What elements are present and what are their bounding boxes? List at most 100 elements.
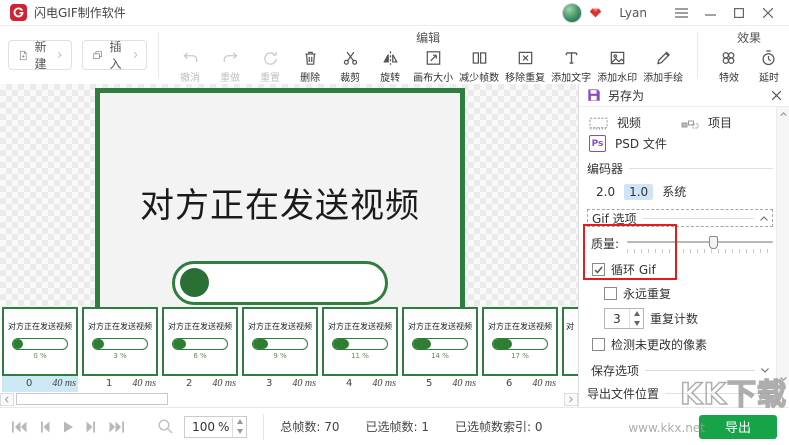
panel-close-icon[interactable]	[772, 90, 781, 100]
checkbox-unchecked[interactable]	[604, 287, 617, 300]
gif-preview[interactable]: 对方正在发送视频	[95, 88, 465, 307]
encoder-option-10[interactable]: 1.0	[624, 183, 654, 200]
slider-thumb[interactable]	[708, 235, 718, 249]
frame-progress-fill	[173, 339, 186, 349]
maximize-icon	[734, 7, 744, 18]
last-frame-button[interactable]	[108, 419, 126, 435]
total-frames-label: 总帧数: 70	[280, 420, 340, 434]
frame-meta: 3 40 ms	[242, 376, 318, 390]
edit-group-label: 编辑	[416, 31, 441, 45]
username[interactable]: Lyan	[619, 6, 647, 20]
save-options-label: 保存选项	[591, 363, 640, 378]
frame-thumbnail-partial[interactable]: 对	[562, 307, 578, 392]
zoom-level-input[interactable]	[185, 419, 215, 434]
repeat-count-row: 重复计数	[587, 308, 773, 329]
detect-unchanged-checkbox-row[interactable]: 检测未更改的像素	[587, 336, 773, 353]
quality-row: 质量:	[587, 227, 773, 254]
zoom-magnifier-icon[interactable]	[157, 418, 174, 435]
menu-button[interactable]	[670, 3, 692, 23]
add-drawing-tool[interactable]: 添加手绘	[640, 46, 686, 84]
format-option-project[interactable]: 项目	[681, 114, 773, 131]
frame-thumbnail-0[interactable]: 对方正在发送视频 0 % 0 40 ms	[2, 307, 78, 392]
zoom-up-button[interactable]	[233, 417, 246, 427]
format-option-video[interactable]: 视频	[589, 114, 681, 131]
insert-button-label: 插入	[109, 40, 122, 71]
panel-scrollbar[interactable]	[776, 107, 789, 385]
quality-slider[interactable]	[627, 235, 773, 253]
new-button[interactable]: 新建	[8, 40, 73, 71]
effects-tool[interactable]: 特效	[709, 46, 749, 84]
repeat-count-input[interactable]	[605, 309, 629, 328]
chevron-down-icon	[779, 376, 787, 381]
add-watermark-tool[interactable]: 添加水印	[594, 46, 640, 84]
reset-tool[interactable]: 重置	[250, 46, 290, 84]
crop-tool[interactable]: 裁剪	[330, 46, 370, 84]
previous-frame-button[interactable]	[37, 419, 52, 435]
checkbox-unchecked[interactable]	[592, 338, 605, 351]
filmstrip: 对方正在发送视频 0 % 0 40 ms 对方正在发送视频 3 % 1 40 m…	[0, 307, 578, 392]
tool-label: 添加文字	[551, 73, 592, 84]
minimize-button[interactable]	[699, 3, 721, 23]
rotate-tool[interactable]: 旋转	[370, 46, 410, 84]
gif-options-header[interactable]: Gif 选项	[587, 209, 773, 227]
status-bar: % 总帧数: 70 已选帧数: 1 已选帧数索引: 0 导出	[0, 407, 789, 445]
redo-tool[interactable]: 重做	[210, 46, 250, 84]
frame-text: 对方正在发送视频	[168, 322, 232, 331]
app-title: 闪电GIF制作软件	[34, 6, 126, 20]
flip-icon	[382, 51, 398, 65]
scrollbar-thumb[interactable]	[16, 393, 168, 405]
user-avatar[interactable]	[562, 2, 583, 23]
scroll-up-button[interactable]	[777, 107, 789, 120]
repeat-forever-checkbox-row[interactable]: 永远重复	[587, 285, 773, 302]
next-frame-button[interactable]	[84, 419, 99, 435]
tool-label: 画布大小	[413, 73, 454, 84]
frame-thumbnail-6[interactable]: 对方正在发送视频 17 % 6 40 ms	[482, 307, 558, 392]
frame-thumbnail-1[interactable]: 对方正在发送视频 3 % 1 40 ms	[82, 307, 158, 392]
undo-tool[interactable]: 撤消	[170, 46, 210, 84]
encoder-option-20[interactable]: 2.0	[591, 184, 620, 200]
add-text-tool[interactable]: 添加文字	[548, 46, 594, 84]
delete-tool[interactable]: 删除	[290, 46, 330, 84]
insert-button[interactable]: 插入	[82, 40, 148, 71]
divider	[645, 369, 755, 371]
frame-thumbnail-2[interactable]: 对方正在发送视频 6 % 2 40 ms	[162, 307, 238, 392]
triangle-down-icon	[633, 320, 640, 326]
encoder-option-system[interactable]: 系统	[657, 182, 691, 201]
divider	[642, 217, 754, 219]
toolbar-main-buttons: 新建 插入	[8, 26, 148, 84]
checkbox-checked[interactable]	[592, 263, 605, 276]
format-option-psd[interactable]: Ps PSD 文件	[589, 135, 681, 152]
frame-duration: 40 ms	[372, 377, 396, 389]
toolbar: 新建 插入 编辑 撤消 重做 重置 删除 裁剪 旋转 画布大小 减少帧数 移除重…	[0, 26, 789, 84]
delay-tool[interactable]: 延时	[749, 46, 789, 84]
scissors-icon	[343, 51, 357, 65]
export-button[interactable]: 导出	[699, 414, 777, 439]
maximize-button[interactable]	[728, 3, 750, 23]
zoom-down-button[interactable]	[233, 427, 246, 437]
scroll-left-button[interactable]	[0, 392, 14, 406]
first-frame-button[interactable]	[10, 419, 28, 435]
frame-index: 0	[26, 377, 33, 389]
frame-progress-fill	[333, 339, 350, 349]
effects-tools-row: 特效 延时	[709, 46, 789, 84]
pencil-icon	[656, 51, 670, 65]
canvas-size-tool[interactable]: 画布大小	[410, 46, 456, 84]
spinner-up-button[interactable]	[630, 309, 643, 319]
frame-percent: 0 %	[33, 352, 47, 360]
scroll-down-button[interactable]	[777, 372, 789, 385]
frame-preview: 对方正在发送视频 6 %	[162, 307, 238, 376]
toolbar-separator	[697, 32, 698, 78]
remove-duplicates-tool[interactable]: 移除重复	[502, 46, 548, 84]
frame-duration: 40 ms	[452, 377, 476, 389]
frame-thumbnail-4[interactable]: 对方正在发送视频 11 % 4 40 ms	[322, 307, 398, 392]
frame-thumbnail-3[interactable]: 对方正在发送视频 9 % 3 40 ms	[242, 307, 318, 392]
loop-gif-checkbox-row[interactable]: 循环 Gif	[587, 261, 773, 278]
frame-thumbnail-5[interactable]: 对方正在发送视频 14 % 5 40 ms	[402, 307, 478, 392]
play-button[interactable]	[61, 419, 75, 435]
close-button[interactable]	[757, 3, 779, 23]
spinner-down-button[interactable]	[630, 319, 643, 329]
frame-meta: 0 40 ms	[2, 376, 78, 390]
reduce-frames-tool[interactable]: 减少帧数	[456, 46, 502, 84]
save-options-header[interactable]: 保存选项	[587, 361, 773, 379]
scroll-right-button[interactable]	[564, 392, 578, 406]
